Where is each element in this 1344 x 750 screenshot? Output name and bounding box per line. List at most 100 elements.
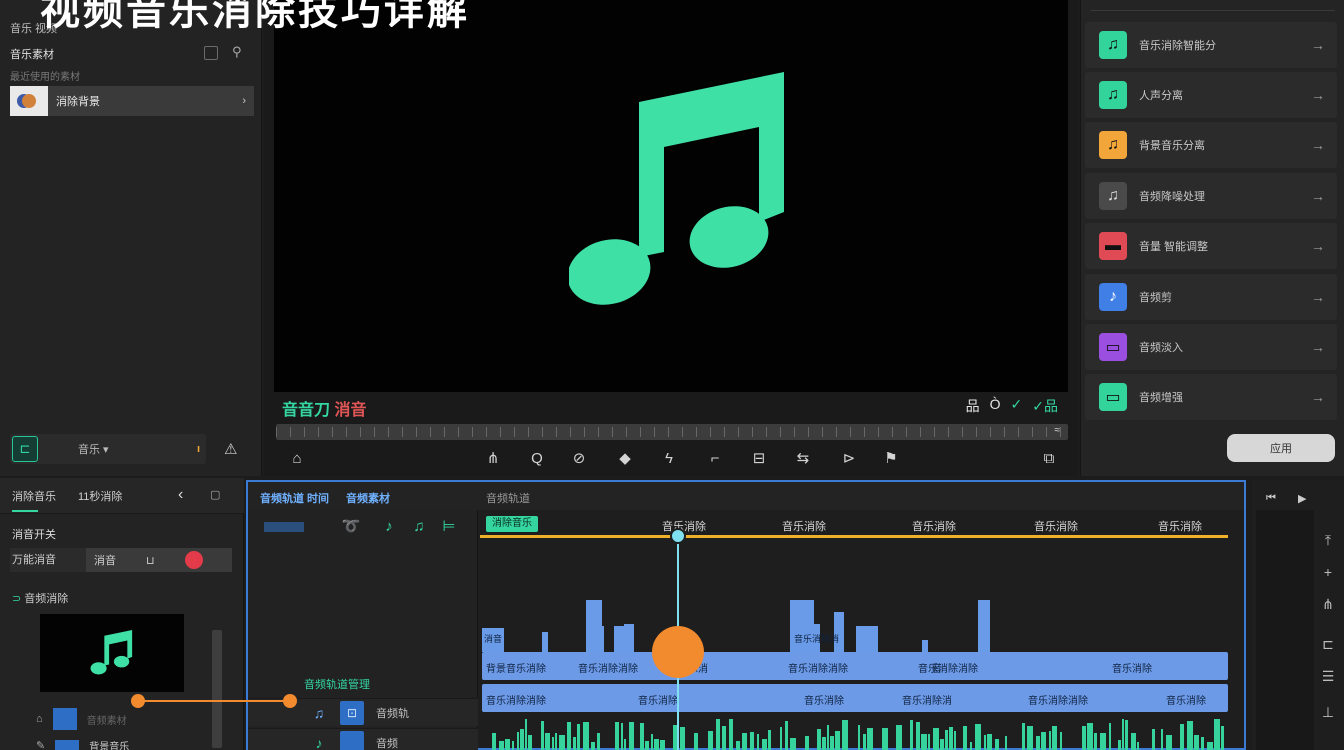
timeline-header-mid[interactable]: 音频素材: [346, 490, 390, 506]
folder-icon[interactable]: [204, 46, 218, 60]
note-icon: ♪: [1099, 283, 1127, 311]
level-bar: [624, 624, 634, 652]
flag-icon[interactable]: ⚑: [880, 448, 902, 470]
connector-dot: [283, 694, 297, 708]
waveform-bar: [863, 734, 866, 750]
back-icon[interactable]: ‹: [178, 486, 183, 504]
effect-item[interactable]: ▭ 音频增强 →: [1085, 374, 1337, 420]
timeline-header-right[interactable]: 音频轨道: [486, 490, 530, 506]
arrow-right-icon: →: [1311, 289, 1325, 305]
tab-quick-remove[interactable]: 11秒消除: [78, 488, 122, 504]
split-icon[interactable]: ⋔: [1318, 594, 1338, 614]
audio-control-label: 音乐 ▾: [78, 444, 109, 456]
filter-icon[interactable]: ⊨: [438, 516, 460, 538]
playhead-handle[interactable]: [670, 528, 686, 544]
waveform-bar: [583, 722, 589, 750]
audio-control-bar[interactable]: ⊏ 音乐 ▾ ı: [10, 434, 206, 464]
camera-icon[interactable]: ⌂: [286, 448, 308, 470]
effect-item[interactable]: ♫ 音频降噪处理 →: [1085, 173, 1337, 219]
rotate-icon[interactable]: ⊳: [838, 448, 860, 470]
waveform-bar: [1137, 742, 1139, 750]
level-bar: [590, 626, 604, 652]
track-button[interactable]: ⊡: [340, 700, 364, 725]
mirror-icon[interactable]: ⇆: [792, 448, 814, 470]
note-icon[interactable]: ♪: [378, 516, 400, 538]
check-icon[interactable]: ✓: [1011, 396, 1023, 416]
waveform-bar: [1187, 721, 1193, 750]
warning-icon[interactable]: ⚠: [224, 440, 237, 458]
apply-button[interactable]: 应用: [1227, 434, 1335, 462]
effect-item[interactable]: ♫ 人声分离 →: [1085, 72, 1337, 118]
speed-icon[interactable]: ⊘: [568, 448, 590, 470]
waveform-bar: [615, 722, 619, 750]
marker-icon[interactable]: ⊏: [1318, 634, 1338, 654]
pin-icon[interactable]: ⚲: [232, 44, 242, 60]
preview-caption: 音音刀 消音: [282, 396, 366, 420]
effect-label: 音频降噪处理: [1139, 191, 1205, 203]
time-ruler[interactable]: 消除音乐 音乐消除 音乐消除 音乐消除 音乐消除 音乐消除: [480, 510, 1244, 540]
waveform-bar: [762, 739, 767, 750]
record-value: 消音: [94, 555, 116, 567]
track-row[interactable]: ⌂ 音频素材: [36, 708, 127, 730]
waveform-bar: [1194, 735, 1199, 750]
waveform-bar: [1022, 723, 1025, 750]
play-icon[interactable]: ▶: [1298, 492, 1306, 505]
waveform-bar: [567, 722, 571, 750]
effect-item[interactable]: ♪ 音频剪 →: [1085, 274, 1337, 320]
media-item-selected[interactable]: 消除背景 ›: [10, 86, 254, 116]
clip-label: 音乐消除消除: [918, 664, 978, 675]
record-key: 万能消音: [10, 548, 86, 572]
copy-icon[interactable]: ▢: [210, 488, 220, 501]
audio-clip[interactable]: 音乐消除消除 音乐消除 音乐消除 音乐消除消 音乐消除消除 音乐消除: [482, 684, 1228, 712]
preview-toolbar: ⌂ ⋔ Q ⊘ ◆ ϟ ⌐ ⊟ ⇆ ⊳ ⚑ ⧉: [264, 446, 1078, 472]
effect-item[interactable]: ♫ 背景音乐分离 →: [1085, 122, 1337, 168]
work-area-bar[interactable]: [480, 535, 1228, 538]
scrollbar[interactable]: [212, 630, 222, 748]
export-icon[interactable]: ⧉: [1038, 448, 1060, 470]
music-note-icon: ♫: [313, 704, 325, 721]
effect-item[interactable]: ▭ 音频淡入 →: [1085, 324, 1337, 370]
list-icon[interactable]: ☰: [1318, 666, 1338, 686]
loop-icon[interactable]: Ò: [990, 396, 1001, 416]
section-label: 消音开关: [12, 529, 56, 541]
track-button[interactable]: [340, 730, 364, 750]
arrow-icon[interactable]: ⤒: [1318, 530, 1338, 550]
align-icon[interactable]: ⊥: [1318, 702, 1338, 722]
waveform-bar: [963, 726, 967, 750]
timeline-area[interactable]: 消除音乐 音乐消除 音乐消除 音乐消除 音乐消除 音乐消除 消音 音乐消除消 背…: [480, 510, 1244, 750]
split-icon[interactable]: ⋔: [482, 448, 504, 470]
scrub-bar[interactable]: ≈: [276, 424, 1068, 440]
clip-label: 音乐消除: [1112, 664, 1152, 675]
loop-icon[interactable]: ➰: [340, 516, 362, 538]
note-icon: ♪: [315, 734, 323, 750]
effect-item[interactable]: ▬ 音量 智能调整 →: [1085, 223, 1337, 269]
waveform-bar: [694, 733, 698, 750]
music-note-icon[interactable]: ♫: [408, 516, 430, 538]
selection-chip[interactable]: 消除音乐: [486, 516, 538, 532]
plus-icon[interactable]: +: [1318, 562, 1338, 582]
check-grid-icon[interactable]: ✓品: [1032, 396, 1058, 416]
magic-icon[interactable]: ϟ: [658, 448, 680, 470]
track-header[interactable]: ♪ 音频: [248, 728, 478, 750]
tab-remove-music[interactable]: 消除音乐: [12, 488, 56, 504]
grid-icon[interactable]: 品: [966, 396, 980, 416]
waveform-bar: [545, 733, 550, 750]
shape-icon[interactable]: ◆: [614, 448, 636, 470]
audio-toggle-button[interactable]: ⊏: [12, 436, 38, 462]
crop-icon[interactable]: ⌐: [704, 448, 726, 470]
clip-label: 音乐消除: [638, 696, 678, 707]
record-row: 万能消音 消音 ⊔: [10, 548, 234, 572]
effect-item[interactable]: ♫ 音乐消除智能分 →: [1085, 22, 1337, 68]
prev-frame-icon[interactable]: ⏮: [1266, 492, 1276, 505]
section-header: 音乐素材: [10, 46, 54, 62]
record-control[interactable]: 消音 ⊔: [86, 548, 232, 572]
connector-line: [138, 700, 290, 702]
audio-clip[interactable]: 背景音乐消除 音乐消除消除 音乐消 音乐消除消除 音乐消除消除 音 音乐消除: [482, 652, 1228, 680]
record-button[interactable]: [184, 551, 203, 569]
page-title: 视频音乐消除技巧详解: [40, 0, 470, 33]
frame-icon[interactable]: ⊟: [748, 448, 770, 470]
tab-bar: 消除音乐 11秒消除 ‹ ▢: [0, 478, 244, 514]
zoom-icon[interactable]: Q: [526, 448, 548, 470]
track-row[interactable]: ✎ 背景音乐: [36, 738, 129, 750]
preview-icon-group: 品 Ò ✓ ✓品: [966, 396, 1058, 416]
